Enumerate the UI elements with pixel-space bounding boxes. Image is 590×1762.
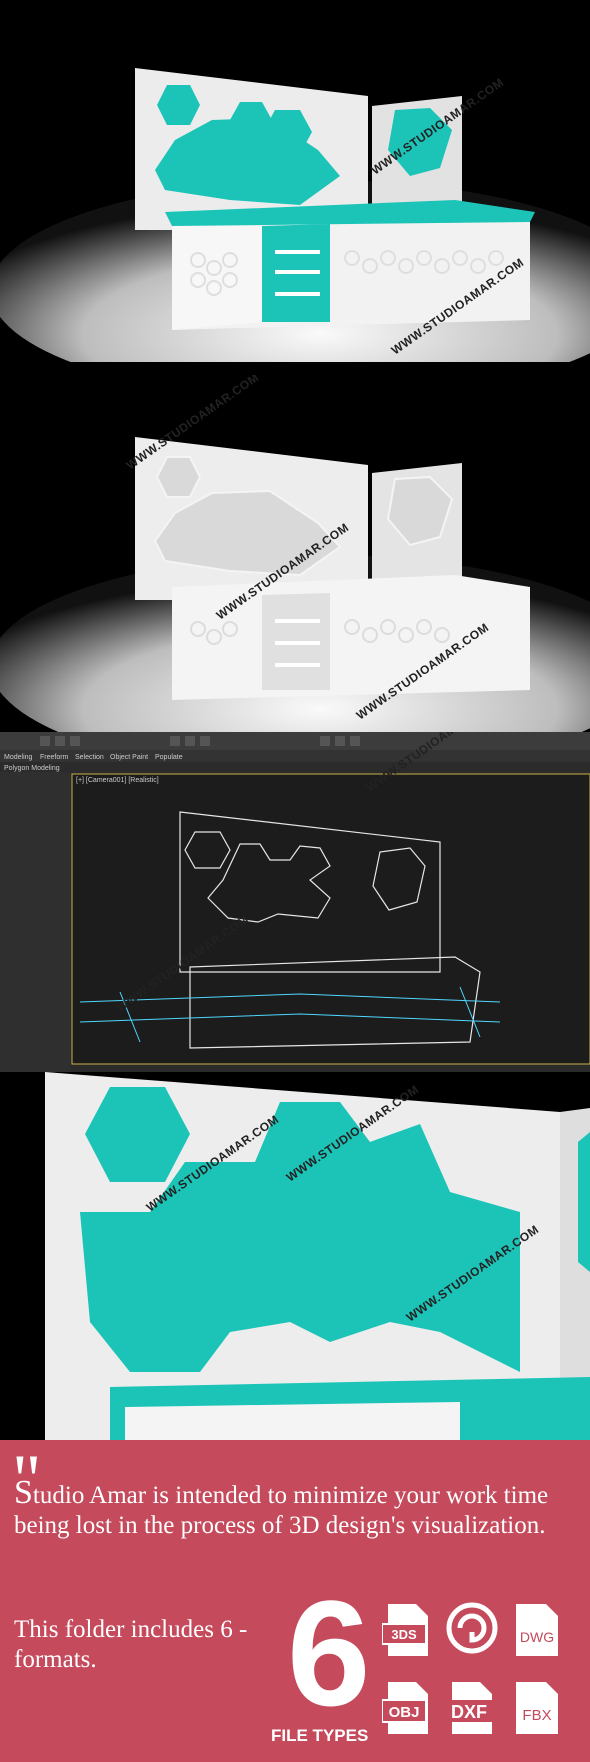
- format-dwg: DWG: [520, 1629, 554, 1645]
- 3ds-file-icon: 3DS: [382, 1602, 432, 1658]
- tab-populate[interactable]: Populate: [155, 754, 183, 761]
- viewport-label: [+] [Camera001] [Realistic]: [76, 777, 159, 784]
- intro-first-letter: S: [14, 1474, 33, 1511]
- includes-text: This folder includes 6 - formats.: [14, 1616, 248, 1673]
- format-3ds: 3DS: [391, 1627, 417, 1642]
- file-count: 6: [287, 1569, 371, 1737]
- 3ds-max-logo-icon: [446, 1602, 498, 1658]
- booth-render-clay: WWW.STUDIOAMAR.COM WWW.STUDIOAMAR.COM WW…: [0, 375, 590, 732]
- file-types-label: FILE TYPES: [271, 1726, 369, 1745]
- render-closeup: WWW.STUDIOAMAR.COM WWW.STUDIOAMAR.COM WW…: [0, 1072, 590, 1440]
- max-viewport-screenshot: Modeling Freeform Selection Object Paint…: [0, 732, 590, 1072]
- toolbar-tabs: Modeling Freeform Selection Object Paint…: [4, 754, 183, 761]
- tab-selection[interactable]: Selection: [75, 754, 104, 761]
- tab-modeling[interactable]: Modeling: [4, 754, 33, 761]
- render-colored: WWW.STUDIOAMAR.COM WWW.STUDIOAMAR.COM: [0, 0, 590, 362]
- tab-freeform[interactable]: Freeform: [40, 754, 69, 761]
- dxf-file-icon: DXF: [446, 1680, 496, 1736]
- format-dxf: DXF: [451, 1702, 487, 1722]
- fbx-file-icon: FBX: [512, 1680, 562, 1736]
- wireframe-viewport: Modeling Freeform Selection Object Paint…: [0, 732, 590, 1072]
- format-obj: OBJ: [389, 1704, 420, 1721]
- dwg-file-icon: DWG: [512, 1602, 562, 1658]
- intro-rest: tudio Amar is intended to minimize your …: [14, 1482, 549, 1539]
- mode-label: Polygon Modeling: [4, 765, 60, 772]
- format-fbx: FBX: [522, 1707, 551, 1724]
- booth-closeup: WWW.STUDIOAMAR.COM WWW.STUDIOAMAR.COM WW…: [0, 1072, 590, 1440]
- promo-panel: " Studio Amar is intended to minimize yo…: [0, 1440, 590, 1762]
- obj-file-icon: OBJ: [382, 1680, 432, 1736]
- intro-text: Studio Amar is intended to minimize your…: [14, 1476, 584, 1541]
- render-clay: WWW.STUDIOAMAR.COM WWW.STUDIOAMAR.COM WW…: [0, 375, 590, 732]
- tab-object-paint[interactable]: Object Paint: [110, 754, 148, 761]
- booth-render-colored: WWW.STUDIOAMAR.COM WWW.STUDIOAMAR.COM: [0, 0, 590, 362]
